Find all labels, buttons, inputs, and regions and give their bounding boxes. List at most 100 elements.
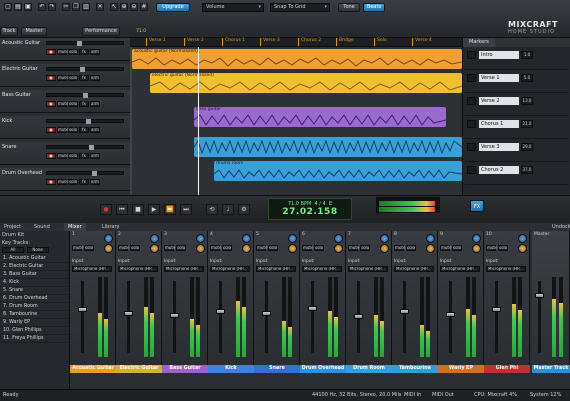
clip-bass-guitar[interactable]: bass guitar (194, 107, 446, 127)
channel-name[interactable]: Acoustic Guitar (70, 365, 116, 373)
clip-electric-guitar[interactable]: electric guitar (Normalized) (150, 73, 462, 93)
fx-button[interactable]: fx (79, 127, 89, 133)
snap-select[interactable]: Snap To Grid (270, 3, 330, 12)
mute-button[interactable]: mute (118, 245, 129, 251)
mute-button[interactable]: mute (256, 245, 267, 251)
solo-button[interactable]: solo (268, 245, 278, 251)
marker-select-checkbox[interactable] (467, 74, 476, 82)
channel-name[interactable]: Electric Guitar (116, 365, 162, 373)
browser-track-item[interactable]: 7. Drum Room (0, 303, 69, 311)
track-name[interactable]: Snare (0, 144, 44, 151)
arm-record-button[interactable]: ● (46, 101, 56, 107)
browser-track-item[interactable]: 10. Glen Phillips (0, 327, 69, 335)
mute-button[interactable]: mute (57, 49, 68, 55)
mute-button[interactable]: mute (486, 245, 497, 251)
track-header[interactable]: Drum Overhead ● mutesolo fx arm (0, 168, 130, 191)
arm-button[interactable]: arm (90, 179, 100, 185)
track-header[interactable]: Bass Guitar ● mutesolo fx arm (0, 90, 130, 113)
fader-track[interactable] (81, 281, 84, 353)
fx-button[interactable]: FX (470, 200, 484, 212)
arm-record-button[interactable]: ● (46, 49, 56, 55)
marker-select-checkbox[interactable] (467, 143, 476, 151)
channel-name[interactable]: Snare (254, 365, 300, 373)
new-file-icon[interactable]: ▢ (4, 3, 12, 11)
solo-button[interactable]: solo (68, 75, 78, 81)
track-name[interactable]: Drum Overhead (0, 170, 44, 177)
fx-button[interactable]: fx (79, 49, 89, 55)
arm-button[interactable]: arm (90, 127, 100, 133)
channel-name[interactable]: Bass Guitar (162, 365, 208, 373)
ruler-marker[interactable]: Chorus 2 (298, 38, 321, 46)
fader-track[interactable] (495, 281, 498, 353)
track-header[interactable]: Electric Guitar ● mutesolo fx arm (0, 64, 130, 87)
track-header[interactable]: Kick ● mutesolo fx arm (0, 116, 130, 139)
marker-position-field[interactable]: 37.0 (521, 166, 533, 174)
marker-row[interactable]: Verse 3 29.0 (465, 141, 569, 162)
undo-icon[interactable]: ↶ (38, 3, 46, 11)
marker-position-field[interactable]: 29.0 (521, 143, 533, 151)
fx-button[interactable]: fx (79, 101, 89, 107)
master-track-label[interactable]: Master Track (532, 365, 570, 373)
pan-knob[interactable] (426, 244, 435, 253)
channel-name[interactable]: Drum Room (346, 365, 392, 373)
track-header[interactable]: Snare ● mutesolo fx arm (0, 142, 130, 165)
save-icon[interactable]: ▣ (24, 3, 32, 11)
marker-name-field[interactable]: Intro (479, 51, 519, 59)
slider-handle[interactable] (77, 41, 82, 46)
playhead[interactable] (198, 47, 199, 195)
fast-forward-icon[interactable]: ⏩ (164, 204, 176, 215)
mute-button[interactable]: mute (302, 245, 313, 251)
skip-end-icon[interactable]: ⏭ (180, 204, 192, 215)
channel-name[interactable]: Warly EP (438, 365, 484, 373)
master-fader-track[interactable] (538, 281, 541, 353)
channel-name[interactable]: Kick (208, 365, 254, 373)
marker-name-field[interactable]: Verse 1 (479, 74, 519, 82)
input-select[interactable]: Microphone (HP... (256, 266, 296, 272)
arm-record-button[interactable]: ● (46, 75, 56, 81)
master-fader-cap[interactable] (535, 293, 544, 298)
mute-button[interactable]: mute (57, 153, 68, 159)
arm-record-button[interactable]: ● (46, 127, 56, 133)
mute-button[interactable]: mute (394, 245, 405, 251)
browser-track-item[interactable]: 9. Warly EP (0, 319, 69, 327)
channel-name[interactable]: Tambourine (392, 365, 438, 373)
all-button[interactable]: All (2, 247, 24, 253)
solo-button[interactable]: solo (498, 245, 508, 251)
track-name[interactable]: Kick (0, 118, 44, 125)
arm-button[interactable]: arm (90, 49, 100, 55)
stop-icon[interactable]: ■ (132, 204, 144, 215)
browser-track-item[interactable]: 2. Electric Guitar (0, 263, 69, 271)
fader-cap[interactable] (262, 311, 271, 317)
rewind-start-icon[interactable]: ⏮ (116, 204, 128, 215)
copy-icon[interactable]: ❐ (72, 3, 80, 11)
grid-icon[interactable]: # (140, 3, 148, 11)
marker-row[interactable]: Verse 1 5.0 (465, 72, 569, 93)
arm-record-button[interactable]: ● (46, 179, 56, 185)
marker-position-field[interactable]: 21.0 (521, 120, 533, 128)
pan-knob[interactable] (472, 244, 481, 253)
fader-cap[interactable] (492, 307, 501, 313)
solo-button[interactable]: solo (360, 245, 370, 251)
none-button[interactable]: None (26, 247, 49, 253)
track-volume-slider[interactable] (46, 171, 124, 176)
marker-select-checkbox[interactable] (467, 51, 476, 59)
marker-row[interactable]: Verse 2 13.0 (465, 95, 569, 116)
fx-button[interactable]: fx (79, 153, 89, 159)
fader-track[interactable] (127, 281, 130, 353)
track-volume-slider[interactable] (46, 93, 124, 98)
mute-button[interactable]: mute (57, 101, 68, 107)
fader-cap[interactable] (216, 308, 225, 314)
gain-knob[interactable] (518, 234, 527, 243)
gain-knob[interactable] (334, 234, 343, 243)
solo-button[interactable]: solo (222, 245, 232, 251)
solo-button[interactable]: solo (68, 127, 78, 133)
pointer-icon[interactable]: ↖ (110, 3, 118, 11)
gain-knob[interactable] (242, 234, 251, 243)
solo-button[interactable]: solo (68, 179, 78, 185)
master-dropdown[interactable]: Master (21, 27, 47, 36)
fader-track[interactable] (219, 281, 222, 353)
undock-button[interactable]: Undock (548, 223, 570, 231)
input-select[interactable]: Microphone (HP... (164, 266, 204, 272)
input-select[interactable]: Microphone (HP... (72, 266, 112, 272)
solo-button[interactable]: solo (84, 245, 94, 251)
